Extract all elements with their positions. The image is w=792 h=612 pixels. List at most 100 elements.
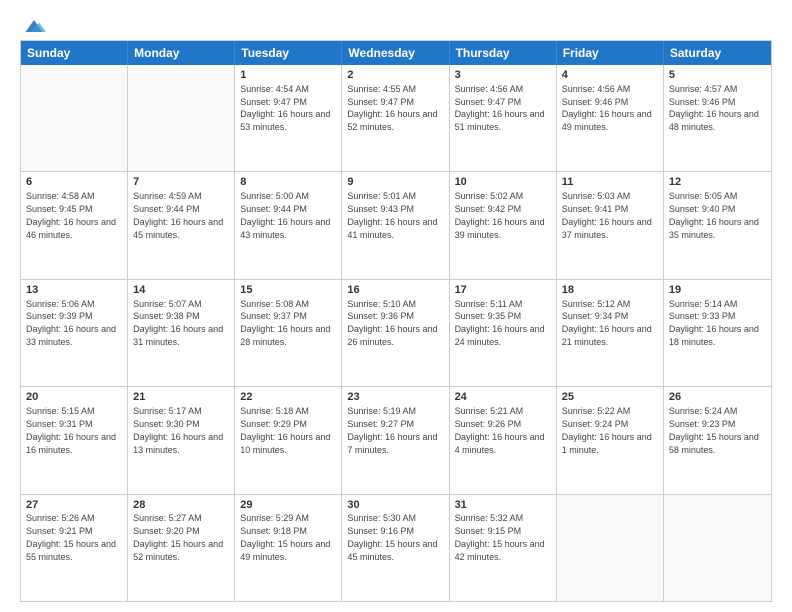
cell-text: Sunrise: 5:15 AM Sunset: 9:31 PM Dayligh…: [26, 406, 116, 454]
calendar-cell: 16Sunrise: 5:10 AM Sunset: 9:36 PM Dayli…: [342, 280, 449, 386]
calendar-row: 20Sunrise: 5:15 AM Sunset: 9:31 PM Dayli…: [21, 386, 771, 493]
cell-text: Sunrise: 5:24 AM Sunset: 9:23 PM Dayligh…: [669, 406, 759, 454]
logo-icon: [22, 16, 46, 36]
calendar-cell: 21Sunrise: 5:17 AM Sunset: 9:30 PM Dayli…: [128, 387, 235, 493]
day-number: 17: [455, 283, 551, 298]
calendar-cell: 31Sunrise: 5:32 AM Sunset: 9:15 PM Dayli…: [450, 495, 557, 601]
cell-text: Sunrise: 5:01 AM Sunset: 9:43 PM Dayligh…: [347, 191, 437, 239]
day-number: 18: [562, 283, 658, 298]
cell-text: Sunrise: 5:14 AM Sunset: 9:33 PM Dayligh…: [669, 299, 759, 347]
calendar-cell: 1Sunrise: 4:54 AM Sunset: 9:47 PM Daylig…: [235, 65, 342, 171]
calendar-body: 1Sunrise: 4:54 AM Sunset: 9:47 PM Daylig…: [21, 65, 771, 601]
day-number: 13: [26, 283, 122, 298]
cell-text: Sunrise: 4:55 AM Sunset: 9:47 PM Dayligh…: [347, 84, 437, 132]
cell-text: Sunrise: 5:19 AM Sunset: 9:27 PM Dayligh…: [347, 406, 437, 454]
calendar: SundayMondayTuesdayWednesdayThursdayFrid…: [20, 40, 772, 602]
calendar-cell: 10Sunrise: 5:02 AM Sunset: 9:42 PM Dayli…: [450, 172, 557, 278]
cell-text: Sunrise: 5:32 AM Sunset: 9:15 PM Dayligh…: [455, 513, 545, 561]
cell-text: Sunrise: 5:07 AM Sunset: 9:38 PM Dayligh…: [133, 299, 223, 347]
cell-text: Sunrise: 5:11 AM Sunset: 9:35 PM Dayligh…: [455, 299, 545, 347]
calendar-row: 27Sunrise: 5:26 AM Sunset: 9:21 PM Dayli…: [21, 494, 771, 601]
calendar-cell: 3Sunrise: 4:56 AM Sunset: 9:47 PM Daylig…: [450, 65, 557, 171]
cell-text: Sunrise: 5:29 AM Sunset: 9:18 PM Dayligh…: [240, 513, 330, 561]
calendar-cell: 20Sunrise: 5:15 AM Sunset: 9:31 PM Dayli…: [21, 387, 128, 493]
calendar-cell: 13Sunrise: 5:06 AM Sunset: 9:39 PM Dayli…: [21, 280, 128, 386]
day-number: 28: [133, 498, 229, 513]
day-number: 25: [562, 390, 658, 405]
calendar-cell: [21, 65, 128, 171]
calendar-row: 1Sunrise: 4:54 AM Sunset: 9:47 PM Daylig…: [21, 65, 771, 171]
calendar-header-cell: Sunday: [21, 41, 128, 65]
calendar-cell: 14Sunrise: 5:07 AM Sunset: 9:38 PM Dayli…: [128, 280, 235, 386]
cell-text: Sunrise: 5:05 AM Sunset: 9:40 PM Dayligh…: [669, 191, 759, 239]
calendar-cell: 29Sunrise: 5:29 AM Sunset: 9:18 PM Dayli…: [235, 495, 342, 601]
cell-text: Sunrise: 4:56 AM Sunset: 9:47 PM Dayligh…: [455, 84, 545, 132]
calendar-cell: 24Sunrise: 5:21 AM Sunset: 9:26 PM Dayli…: [450, 387, 557, 493]
calendar-cell: [128, 65, 235, 171]
day-number: 31: [455, 498, 551, 513]
day-number: 6: [26, 175, 122, 190]
cell-text: Sunrise: 5:27 AM Sunset: 9:20 PM Dayligh…: [133, 513, 223, 561]
calendar-cell: 27Sunrise: 5:26 AM Sunset: 9:21 PM Dayli…: [21, 495, 128, 601]
header: [20, 16, 772, 32]
calendar-header-cell: Monday: [128, 41, 235, 65]
day-number: 12: [669, 175, 766, 190]
calendar-cell: 22Sunrise: 5:18 AM Sunset: 9:29 PM Dayli…: [235, 387, 342, 493]
day-number: 24: [455, 390, 551, 405]
cell-text: Sunrise: 4:59 AM Sunset: 9:44 PM Dayligh…: [133, 191, 223, 239]
day-number: 26: [669, 390, 766, 405]
day-number: 27: [26, 498, 122, 513]
day-number: 19: [669, 283, 766, 298]
logo: [20, 16, 46, 32]
cell-text: Sunrise: 5:30 AM Sunset: 9:16 PM Dayligh…: [347, 513, 437, 561]
calendar-cell: [557, 495, 664, 601]
calendar-header-cell: Tuesday: [235, 41, 342, 65]
calendar-cell: 25Sunrise: 5:22 AM Sunset: 9:24 PM Dayli…: [557, 387, 664, 493]
calendar-header-cell: Friday: [557, 41, 664, 65]
cell-text: Sunrise: 4:54 AM Sunset: 9:47 PM Dayligh…: [240, 84, 330, 132]
day-number: 2: [347, 68, 443, 83]
calendar-header-cell: Saturday: [664, 41, 771, 65]
cell-text: Sunrise: 5:00 AM Sunset: 9:44 PM Dayligh…: [240, 191, 330, 239]
calendar-cell: 7Sunrise: 4:59 AM Sunset: 9:44 PM Daylig…: [128, 172, 235, 278]
calendar-header: SundayMondayTuesdayWednesdayThursdayFrid…: [21, 41, 771, 65]
day-number: 10: [455, 175, 551, 190]
day-number: 21: [133, 390, 229, 405]
calendar-cell: 12Sunrise: 5:05 AM Sunset: 9:40 PM Dayli…: [664, 172, 771, 278]
cell-text: Sunrise: 5:26 AM Sunset: 9:21 PM Dayligh…: [26, 513, 116, 561]
day-number: 7: [133, 175, 229, 190]
cell-text: Sunrise: 4:56 AM Sunset: 9:46 PM Dayligh…: [562, 84, 652, 132]
calendar-header-cell: Thursday: [450, 41, 557, 65]
calendar-header-cell: Wednesday: [342, 41, 449, 65]
calendar-cell: 15Sunrise: 5:08 AM Sunset: 9:37 PM Dayli…: [235, 280, 342, 386]
calendar-row: 6Sunrise: 4:58 AM Sunset: 9:45 PM Daylig…: [21, 171, 771, 278]
calendar-cell: 23Sunrise: 5:19 AM Sunset: 9:27 PM Dayli…: [342, 387, 449, 493]
calendar-cell: 26Sunrise: 5:24 AM Sunset: 9:23 PM Dayli…: [664, 387, 771, 493]
cell-text: Sunrise: 5:06 AM Sunset: 9:39 PM Dayligh…: [26, 299, 116, 347]
day-number: 22: [240, 390, 336, 405]
calendar-cell: 30Sunrise: 5:30 AM Sunset: 9:16 PM Dayli…: [342, 495, 449, 601]
cell-text: Sunrise: 4:57 AM Sunset: 9:46 PM Dayligh…: [669, 84, 759, 132]
day-number: 9: [347, 175, 443, 190]
day-number: 20: [26, 390, 122, 405]
calendar-cell: 8Sunrise: 5:00 AM Sunset: 9:44 PM Daylig…: [235, 172, 342, 278]
calendar-cell: 19Sunrise: 5:14 AM Sunset: 9:33 PM Dayli…: [664, 280, 771, 386]
cell-text: Sunrise: 5:12 AM Sunset: 9:34 PM Dayligh…: [562, 299, 652, 347]
cell-text: Sunrise: 5:10 AM Sunset: 9:36 PM Dayligh…: [347, 299, 437, 347]
calendar-cell: [664, 495, 771, 601]
cell-text: Sunrise: 5:21 AM Sunset: 9:26 PM Dayligh…: [455, 406, 545, 454]
calendar-cell: 2Sunrise: 4:55 AM Sunset: 9:47 PM Daylig…: [342, 65, 449, 171]
calendar-cell: 17Sunrise: 5:11 AM Sunset: 9:35 PM Dayli…: [450, 280, 557, 386]
cell-text: Sunrise: 5:17 AM Sunset: 9:30 PM Dayligh…: [133, 406, 223, 454]
day-number: 14: [133, 283, 229, 298]
cell-text: Sunrise: 4:58 AM Sunset: 9:45 PM Dayligh…: [26, 191, 116, 239]
day-number: 4: [562, 68, 658, 83]
calendar-cell: 6Sunrise: 4:58 AM Sunset: 9:45 PM Daylig…: [21, 172, 128, 278]
calendar-row: 13Sunrise: 5:06 AM Sunset: 9:39 PM Dayli…: [21, 279, 771, 386]
day-number: 29: [240, 498, 336, 513]
calendar-cell: 5Sunrise: 4:57 AM Sunset: 9:46 PM Daylig…: [664, 65, 771, 171]
cell-text: Sunrise: 5:08 AM Sunset: 9:37 PM Dayligh…: [240, 299, 330, 347]
day-number: 11: [562, 175, 658, 190]
calendar-cell: 9Sunrise: 5:01 AM Sunset: 9:43 PM Daylig…: [342, 172, 449, 278]
day-number: 8: [240, 175, 336, 190]
